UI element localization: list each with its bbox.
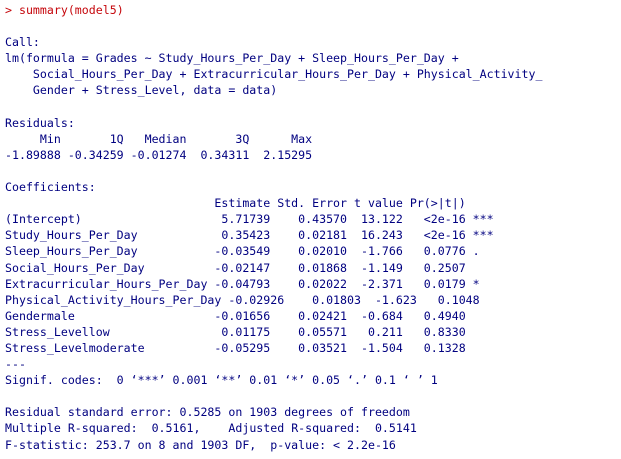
coefficient-row: Physical_Activity_Hours_Per_Day -0.02926… bbox=[5, 292, 508, 307]
residuals-values: -1.89888 -0.34259 -0.01274 0.34311 2.152… bbox=[5, 147, 320, 162]
coefficients-columns: Estimate Std. Error t value Pr(>|t|) bbox=[5, 196, 494, 211]
coefficients-header: Coefficients: bbox=[5, 180, 96, 195]
coefficient-row: Sleep_Hours_Per_Day -0.03549 0.02010 -1.… bbox=[5, 244, 494, 259]
r-squared: Multiple R-squared: 0.5161, Adjusted R-s… bbox=[5, 421, 424, 436]
coefficient-row: Stress_Levellow 0.01175 0.05571 0.211 0.… bbox=[5, 324, 494, 339]
coefficient-row: (Intercept) 5.71739 0.43570 13.122 <2e-1… bbox=[5, 212, 494, 227]
separator: --- bbox=[5, 357, 26, 372]
coefficient-row: Social_Hours_Per_Day -0.02147 0.01868 -1… bbox=[5, 260, 494, 275]
coefficient-row: Study_Hours_Per_Day 0.35423 0.02181 16.2… bbox=[5, 228, 494, 243]
call-header: Call: bbox=[5, 35, 40, 50]
call-line: Gender + Stress_Level, data = data) bbox=[5, 83, 278, 98]
coefficient-row: Gendermale -0.01656 0.02421 -0.684 0.494… bbox=[5, 308, 494, 323]
residuals-labels: Min 1Q Median 3Q Max bbox=[5, 131, 320, 146]
residual-standard-error: Residual standard error: 0.5285 on 1903 … bbox=[5, 405, 410, 420]
residuals-header: Residuals: bbox=[5, 115, 75, 130]
signif-codes: Signif. codes: 0 ‘***’ 0.001 ‘**’ 0.01 ‘… bbox=[5, 373, 438, 388]
r-console-output[interactable]: > summary(model5) Call: lm(formula = Gra… bbox=[5, 2, 621, 459]
coefficient-row: Extracurricular_Hours_Per_Day -0.04793 0… bbox=[5, 276, 494, 291]
console-prompt: > bbox=[5, 3, 12, 17]
coefficient-row: Stress_Levelmoderate -0.05295 0.03521 -1… bbox=[5, 340, 494, 355]
command-line: > summary(model5) bbox=[5, 2, 621, 18]
f-statistic: F-statistic: 253.7 on 8 and 1903 DF, p-v… bbox=[5, 437, 396, 452]
call-line: Social_Hours_Per_Day + Extracurricular_H… bbox=[5, 67, 543, 82]
command-text: summary(model5) bbox=[18, 3, 124, 17]
call-line: lm(formula = Grades ~ Study_Hours_Per_Da… bbox=[5, 51, 459, 66]
